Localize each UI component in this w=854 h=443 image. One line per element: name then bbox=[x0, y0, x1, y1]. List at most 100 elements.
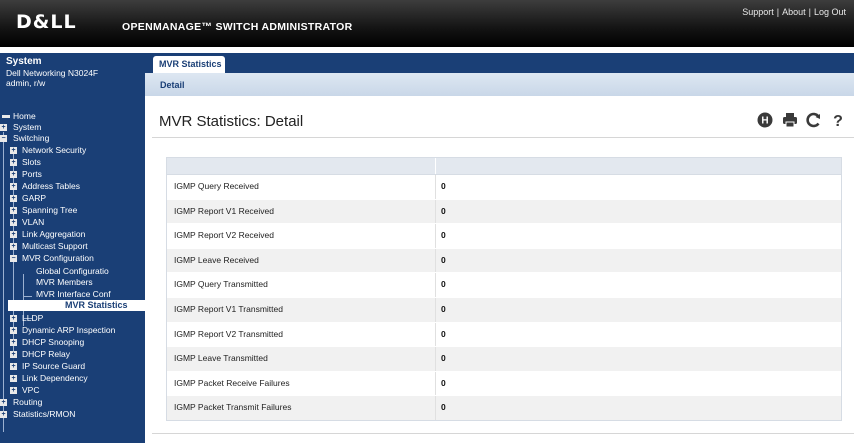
about-link[interactable]: About bbox=[782, 7, 806, 17]
table-row: IGMP Query Received 0 bbox=[167, 175, 841, 200]
expand-icon: + bbox=[0, 399, 7, 406]
table-row: IGMP Leave Received 0 bbox=[167, 248, 841, 274]
table-header bbox=[167, 158, 841, 175]
expand-icon: + bbox=[0, 411, 7, 418]
system-user: admin, r/w bbox=[6, 78, 46, 88]
stat-value: 0 bbox=[441, 328, 446, 339]
nav-label: Ports bbox=[22, 169, 42, 179]
system-model: Dell Networking N3024F bbox=[6, 68, 99, 78]
nav-mvr-statistics[interactable]: MVR Statistics bbox=[8, 300, 145, 311]
app-title: OPENMANAGE™ SWITCH ADMINISTRATOR bbox=[122, 21, 353, 33]
expand-icon: + bbox=[10, 327, 17, 334]
collapse-icon: − bbox=[10, 255, 17, 262]
expand-icon: + bbox=[10, 159, 17, 166]
nav-label: Spanning Tree bbox=[22, 205, 78, 215]
title-divider bbox=[152, 137, 854, 138]
expand-icon: + bbox=[10, 315, 17, 322]
nav-label: VLAN bbox=[22, 217, 45, 227]
link-separator: | bbox=[808, 7, 811, 17]
tab-bar: MVR Statistics bbox=[145, 53, 854, 73]
nav-label: Network Security bbox=[22, 145, 87, 155]
table-row: IGMP Report V2 Received 0 bbox=[167, 224, 841, 249]
stat-value: 0 bbox=[441, 377, 446, 388]
save-icon-glyph: H bbox=[761, 116, 768, 127]
dell-logo: D&LL bbox=[16, 11, 77, 33]
stat-label: IGMP Query Transmitted bbox=[174, 279, 268, 290]
stat-label: IGMP Query Received bbox=[174, 181, 259, 191]
expand-icon: + bbox=[10, 171, 17, 178]
expand-icon: + bbox=[10, 351, 17, 358]
nav-label: Slots bbox=[22, 157, 41, 167]
stat-label: IGMP Leave Transmitted bbox=[174, 353, 268, 364]
nav-label: Statistics/RMON bbox=[13, 409, 76, 419]
help-icon[interactable]: ? bbox=[829, 111, 847, 130]
stat-label: IGMP Packet Transmit Failures bbox=[174, 402, 292, 413]
expand-icon: + bbox=[10, 195, 17, 202]
expand-icon: + bbox=[10, 339, 17, 346]
page-tools: H ? bbox=[756, 111, 848, 131]
bottom-divider bbox=[152, 433, 854, 434]
table-row: IGMP Query Transmitted 0 bbox=[167, 273, 841, 298]
link-separator: | bbox=[776, 7, 780, 17]
nav-label: Home bbox=[13, 111, 36, 121]
nav-label: Link Dependency bbox=[22, 373, 88, 383]
expand-icon: + bbox=[10, 363, 17, 370]
nav-label: MVR Members bbox=[36, 277, 93, 287]
help-icon-glyph: ? bbox=[833, 113, 843, 129]
stat-value: 0 bbox=[441, 181, 446, 191]
statistics-table: IGMP Query Received 0 IGMP Report V1 Rece… bbox=[166, 157, 842, 421]
system-info: System Dell Networking N3024F admin, r/w bbox=[0, 53, 145, 96]
stat-label: IGMP Packet Receive Failures bbox=[174, 377, 290, 388]
print-icon[interactable] bbox=[781, 111, 799, 129]
home-icon bbox=[2, 115, 10, 118]
expand-icon: + bbox=[10, 231, 17, 238]
nav-label: Global Configuratio bbox=[36, 266, 109, 276]
nav-label: GARP bbox=[22, 193, 47, 203]
tree-branch bbox=[23, 296, 32, 297]
expand-icon: + bbox=[10, 243, 17, 250]
nav-label: Address Tables bbox=[22, 181, 80, 191]
expand-icon: + bbox=[10, 387, 17, 394]
table-row: IGMP Report V2 Transmitted 0 bbox=[167, 322, 841, 348]
table-row: IGMP Report V1 Transmitted 0 bbox=[167, 297, 841, 323]
tab-mvr-statistics[interactable]: MVR Statistics bbox=[153, 56, 225, 73]
table-row: IGMP Packet Receive Failures 0 bbox=[167, 371, 841, 397]
stat-value: 0 bbox=[441, 230, 446, 241]
page-title: MVR Statistics: Detail bbox=[159, 113, 304, 130]
stat-label: IGMP Report V1 Received bbox=[174, 205, 274, 216]
logout-link[interactable]: Log Out bbox=[814, 7, 846, 17]
system-title: System bbox=[6, 56, 42, 67]
table-row: IGMP Leave Transmitted 0 bbox=[167, 347, 841, 372]
expand-icon: + bbox=[10, 375, 17, 382]
stat-value: 0 bbox=[441, 205, 446, 216]
save-icon[interactable]: H bbox=[756, 111, 774, 129]
nav-label: MVR Interface Conf bbox=[36, 289, 111, 299]
nav-label: LLDP bbox=[22, 313, 44, 323]
nav-label: IP Source Guard bbox=[22, 361, 86, 371]
expand-icon: + bbox=[0, 124, 7, 131]
nav-label: System bbox=[13, 122, 42, 132]
expand-icon: + bbox=[10, 147, 17, 154]
nav-label: Link Aggregation bbox=[22, 229, 86, 239]
stat-value: 0 bbox=[441, 254, 446, 265]
stat-value: 0 bbox=[441, 303, 446, 314]
stat-label: IGMP Report V1 Transmitted bbox=[174, 303, 283, 314]
app-header: D&LL OPENMANAGE™ SWITCH ADMINISTRATOR Su… bbox=[0, 0, 854, 47]
nav-label: Dynamic ARP Inspection bbox=[22, 325, 116, 335]
collapse-icon: − bbox=[0, 135, 7, 142]
table-row: IGMP Packet Transmit Failures 0 bbox=[167, 396, 841, 420]
refresh-icon[interactable] bbox=[805, 111, 823, 129]
nav-label: VPC bbox=[22, 385, 40, 395]
nav-label: Routing bbox=[13, 397, 43, 407]
nav-label: MVR Statistics bbox=[65, 300, 128, 310]
support-link[interactable]: Support bbox=[742, 7, 774, 17]
nav-label: MVR Configuration bbox=[22, 253, 94, 263]
nav-label: DHCP Snooping bbox=[22, 337, 85, 347]
stat-label: IGMP Leave Received bbox=[174, 254, 259, 265]
sub-tab-bar: Detail bbox=[145, 73, 854, 96]
expand-icon: + bbox=[10, 207, 17, 214]
subtab-detail[interactable]: Detail bbox=[160, 80, 185, 90]
stat-label: IGMP Report V2 Transmitted bbox=[174, 328, 283, 339]
table-row: IGMP Report V1 Received 0 bbox=[167, 199, 841, 225]
expand-icon: + bbox=[10, 183, 17, 190]
